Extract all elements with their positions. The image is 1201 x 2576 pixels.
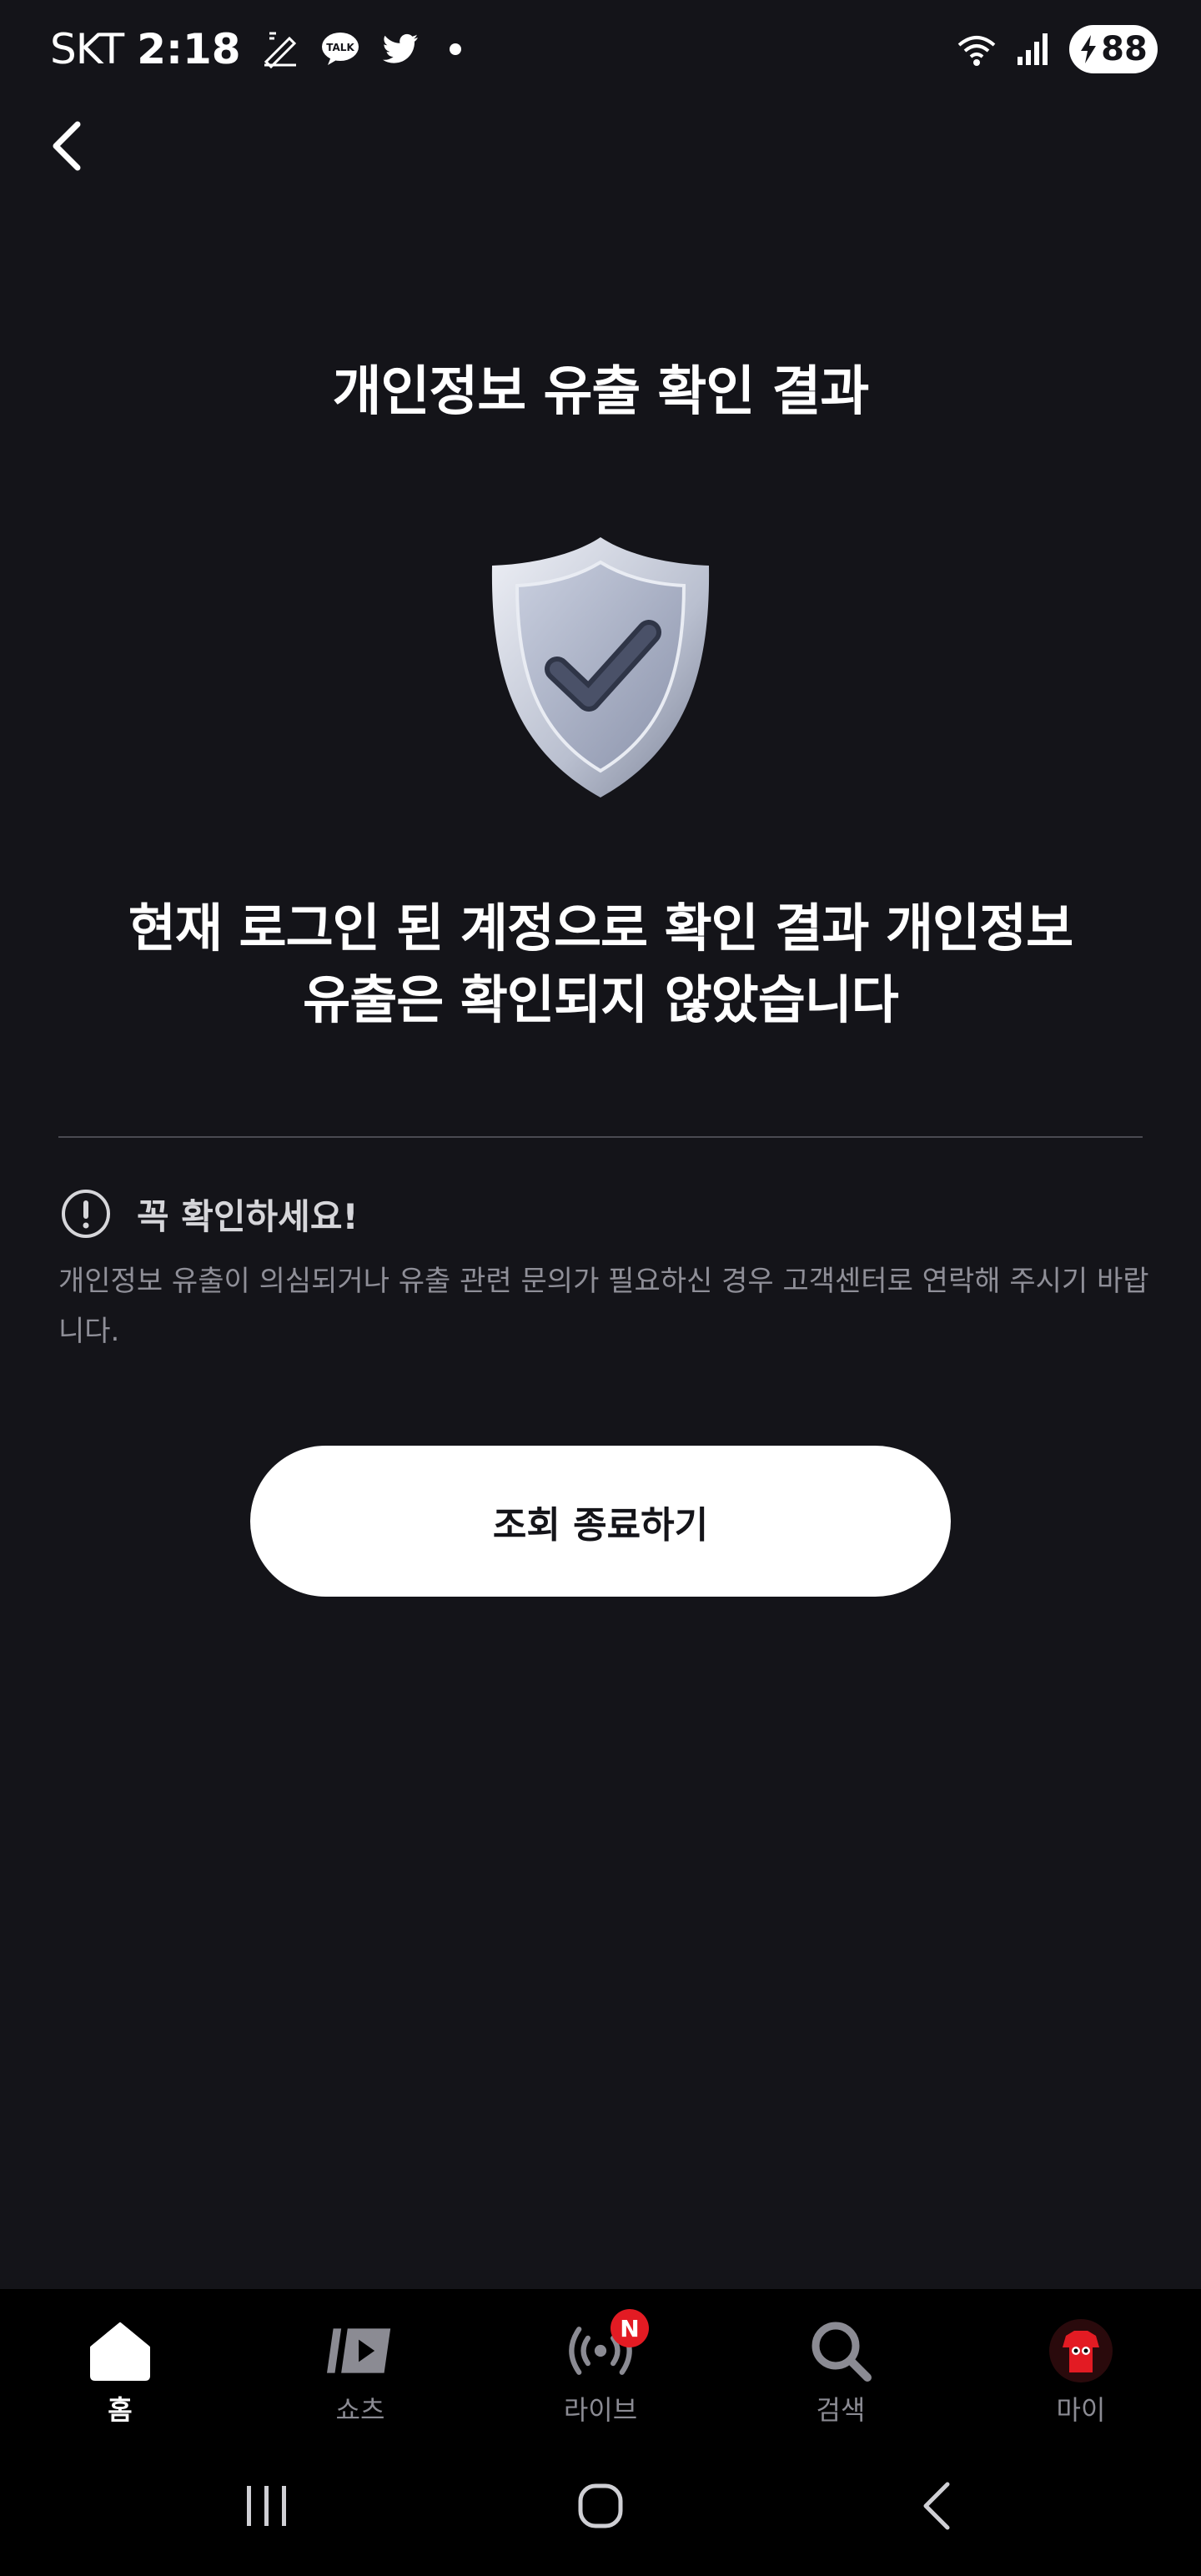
status-left: SKT 2:18 TALK bbox=[50, 25, 461, 73]
home-system-button[interactable] bbox=[567, 2473, 634, 2539]
end-inquiry-button-label: 조회 종료하기 bbox=[492, 1503, 709, 1547]
notice-body: 개인정보 유출이 의심되거나 유출 관련 문의가 필요하신 경우 고객센터로 연… bbox=[58, 1265, 1149, 1348]
charging-bolt-icon bbox=[1081, 35, 1097, 63]
clock: 2:18 bbox=[137, 25, 241, 73]
shorts-icon bbox=[327, 2317, 394, 2384]
nav-label-my: 마이 bbox=[1056, 2394, 1106, 2426]
nav-label-search: 검색 bbox=[816, 2394, 866, 2426]
notice-header: 꼭 확인하세요! bbox=[60, 1188, 359, 1240]
status-right: 88 bbox=[956, 25, 1158, 73]
search-icon bbox=[807, 2317, 874, 2384]
twitter-icon bbox=[382, 33, 418, 63]
exclamation-circle-icon bbox=[62, 1190, 110, 1238]
notice-title: 꼭 확인하세요! bbox=[137, 1195, 359, 1237]
result-message-line1: 현재 로그인 된 계정으로 확인 결과 개인정보 bbox=[128, 898, 1073, 958]
screen: SKT 2:18 TALK 88 개인정보 유출 확인 결과 현재 로그인 된 … bbox=[0, 0, 1201, 2576]
bottom-nav: 홈 쇼츠 N 라이브 검색 마이 bbox=[0, 2289, 1201, 2431]
svg-text:TALK: TALK bbox=[326, 42, 354, 53]
kakaotalk-icon: TALK bbox=[321, 33, 359, 65]
live-icon: N bbox=[567, 2309, 649, 2384]
recent-apps-icon bbox=[247, 2486, 286, 2526]
status-bar: SKT 2:18 TALK 88 bbox=[0, 0, 1201, 100]
chevron-left-icon bbox=[53, 121, 81, 171]
back-button[interactable] bbox=[37, 117, 95, 175]
wifi-icon bbox=[957, 36, 996, 66]
edit-icon bbox=[264, 32, 296, 69]
battery-level: 88 bbox=[1101, 30, 1148, 68]
live-new-badge: N bbox=[611, 2309, 649, 2347]
nav-label-live: 라이브 bbox=[563, 2394, 638, 2426]
nav-item-shorts[interactable]: 쇼츠 bbox=[240, 2289, 480, 2431]
recent-apps-button[interactable] bbox=[234, 2473, 300, 2539]
signal-icon bbox=[1018, 33, 1048, 65]
result-message: 현재 로그인 된 계정으로 확인 결과 개인정보 유출은 확인되지 않았습니다 bbox=[67, 893, 1134, 1036]
system-nav bbox=[0, 2431, 1201, 2576]
home-circle-icon bbox=[578, 2483, 623, 2528]
end-inquiry-button[interactable]: 조회 종료하기 bbox=[250, 1446, 951, 1597]
page-title: 개인정보 유출 확인 결과 bbox=[332, 361, 870, 423]
nav-item-my[interactable]: 마이 bbox=[961, 2289, 1201, 2431]
shield-check-icon bbox=[491, 537, 710, 797]
avatar-icon bbox=[1048, 2317, 1114, 2384]
battery-indicator: 88 bbox=[1069, 25, 1158, 73]
system-back-button[interactable] bbox=[904, 2473, 971, 2539]
notification-dot-icon bbox=[449, 43, 461, 55]
nav-label-shorts: 쇼츠 bbox=[335, 2394, 385, 2426]
carrier-label: SKT bbox=[50, 25, 124, 73]
nav-item-live[interactable]: N 라이브 bbox=[480, 2289, 721, 2431]
nav-item-search[interactable]: 검색 bbox=[721, 2289, 961, 2431]
nav-label-home: 홈 bbox=[108, 2394, 133, 2426]
home-icon bbox=[87, 2317, 153, 2384]
nav-item-home[interactable]: 홈 bbox=[0, 2289, 240, 2431]
divider bbox=[58, 1136, 1143, 1138]
result-message-line2: 유출은 확인되지 않았습니다 bbox=[303, 969, 899, 1030]
system-back-icon bbox=[923, 2482, 950, 2530]
